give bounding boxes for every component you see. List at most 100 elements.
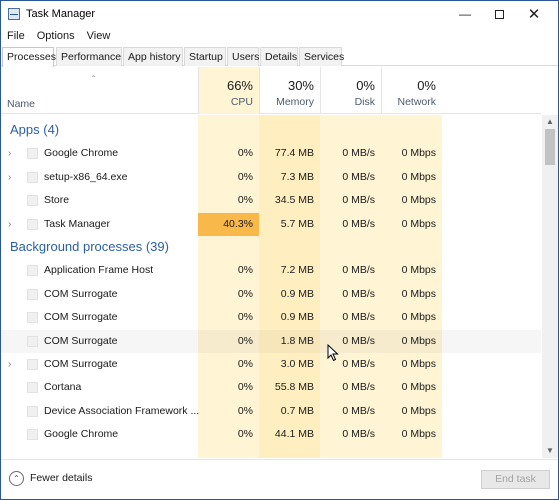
network-total: 0% (417, 78, 436, 93)
chevron-right-icon[interactable]: › (8, 142, 11, 165)
process-network: 0 Mbps (401, 428, 436, 441)
process-memory: 0.9 MB (280, 287, 314, 300)
menu-view[interactable]: View (81, 27, 117, 45)
tab-startup[interactable]: Startup (184, 47, 226, 66)
menu-file[interactable]: File (1, 27, 31, 45)
process-network: 0 Mbps (401, 170, 436, 183)
end-task-button[interactable]: End task (481, 470, 550, 489)
chevron-right-icon[interactable]: › (8, 213, 11, 236)
process-disk: 0 MB/s (342, 147, 375, 160)
group-header[interactable]: Background processes (39) (1, 236, 541, 259)
process-row[interactable]: Application Frame Host 0% 7.2 MB 0 MB/s 0 Mb… (1, 259, 541, 282)
tab-users[interactable]: Users (227, 47, 259, 66)
column-disk[interactable]: 0% Disk (320, 67, 381, 114)
process-name: Google Chrome (44, 428, 119, 441)
process-icon (27, 148, 38, 160)
tab-services[interactable]: Services (299, 47, 344, 66)
tab-details[interactable]: Details (260, 47, 298, 66)
process-name: Device Association Framework ... (44, 404, 200, 417)
process-disk: 0 MB/s (342, 311, 375, 324)
process-network: 0 Mbps (401, 287, 436, 300)
close-button[interactable]: ✕ (517, 1, 551, 27)
menu-options[interactable]: Options (31, 27, 81, 45)
mouse-cursor-icon (327, 344, 339, 362)
memory-total: 30% (287, 78, 314, 93)
column-name[interactable]: Name (7, 98, 35, 110)
process-memory: 55.8 MB (274, 381, 314, 394)
tab-app-history[interactable]: App history (123, 47, 183, 66)
process-memory: 34.5 MB (274, 194, 314, 207)
process-row[interactable]: Store 0% 34.5 MB 0 MB/s 0 Mbps (1, 189, 541, 212)
cpu-label: CPU (230, 96, 253, 108)
chevron-right-icon[interactable]: › (8, 166, 11, 189)
process-network: 0 Mbps (401, 311, 436, 324)
process-cpu: 0% (237, 264, 253, 277)
process-disk: 0 MB/s (342, 264, 375, 277)
window-title: Task Manager (26, 8, 96, 20)
scroll-thumb[interactable] (545, 129, 555, 165)
process-name: setup-x86_64.exe (44, 170, 128, 183)
chevron-right-icon[interactable]: › (8, 353, 11, 376)
process-icon (27, 265, 38, 277)
process-cpu: 40.3% (223, 217, 253, 230)
column-cpu[interactable]: 66% CPU (198, 67, 259, 114)
process-cpu: 0% (237, 194, 253, 207)
process-row[interactable]: COM Surrogate 0% 0.9 MB 0 MB/s 0 Mbps (1, 306, 541, 329)
process-cpu: 0% (237, 147, 253, 160)
process-memory: 7.2 MB (280, 264, 314, 277)
process-name: COM Surrogate (44, 358, 118, 370)
process-row[interactable]: COM Surrogate 0% 0.9 MB 0 MB/s 0 Mbps (1, 283, 541, 306)
process-row[interactable]: › Task Manager 40.3% 5.7 MB 0 MB/s 0 Mbps (1, 212, 541, 236)
process-row[interactable]: COM Surrogate 0% 1.8 MB 0 MB/s 0 Mbps (1, 330, 541, 353)
process-disk: 0 MB/s (342, 170, 375, 183)
column-network[interactable]: 0% Network (381, 67, 442, 114)
chevron-up-icon[interactable]: ⌃ (9, 471, 24, 486)
process-cpu: 0% (237, 358, 253, 370)
process-memory: 0.9 MB (280, 311, 314, 324)
scroll-up-icon[interactable]: ▲ (542, 115, 558, 129)
memory-label: Memory (276, 96, 314, 108)
process-row[interactable]: › setup-x86_64.exe 0% 7.3 MB 0 MB/s 0 Mbps (1, 166, 541, 189)
menu-bar: File Options View (1, 27, 116, 45)
process-row[interactable]: Device Association Framework ... 0% 0.7 MB… (1, 400, 541, 423)
minimize-button[interactable]: — (448, 1, 482, 27)
process-icon (27, 382, 38, 394)
tab-performance[interactable]: Performance (56, 47, 122, 66)
process-disk: 0 MB/s (342, 381, 375, 394)
process-row[interactable]: Google Chrome 0% 44.1 MB 0 MB/s 0 Mbps (1, 423, 541, 446)
process-memory: 0.7 MB (280, 404, 314, 417)
process-disk: 0 MB/s (342, 287, 375, 300)
process-row[interactable]: Cortana 0% 55.8 MB 0 MB/s 0 Mbps (1, 376, 541, 399)
process-name: Cortana (44, 381, 82, 394)
process-icon (27, 195, 38, 207)
process-cpu: 0% (237, 381, 253, 394)
task-manager-icon (8, 8, 20, 20)
sort-up-icon: ˆ (92, 75, 96, 86)
tab-processes[interactable]: Processes (2, 47, 56, 67)
process-disk: 0 MB/s (342, 217, 375, 230)
network-label: Network (397, 96, 436, 108)
process-cpu: 0% (237, 428, 253, 441)
task-manager-window: Task Manager — ✕ File Options View Proce… (0, 0, 559, 500)
process-cpu: 0% (237, 287, 253, 300)
column-memory[interactable]: 30% Memory (259, 67, 320, 114)
group-label: Background processes (39) (10, 239, 169, 254)
column-header: ˆ Name 66% CPU 30% Memory 0% Disk 0% Net… (1, 67, 541, 114)
scroll-down-icon[interactable]: ▼ (542, 444, 558, 458)
process-cpu: 0% (237, 170, 253, 183)
group-header[interactable]: Apps (4) (1, 119, 541, 142)
title-bar[interactable]: Task Manager — ✕ (1, 1, 558, 27)
process-cpu: 0% (237, 404, 253, 417)
process-icon (27, 312, 38, 324)
process-row[interactable]: › Google Chrome 0% 77.4 MB 0 MB/s 0 Mbps (1, 142, 541, 165)
process-name: COM Surrogate (44, 334, 118, 347)
process-icon (27, 171, 38, 183)
vertical-scrollbar[interactable]: ▲ ▼ (542, 115, 558, 458)
process-row[interactable]: › COM Surrogate 0% 3.0 MB 0 MB/s 0 Mbps (1, 353, 541, 376)
process-icon (27, 335, 38, 347)
process-name: COM Surrogate (44, 287, 118, 300)
maximize-button[interactable] (482, 1, 516, 27)
group-label: Apps (4) (10, 122, 60, 137)
fewer-details-link[interactable]: Fewer details (30, 472, 92, 484)
process-network: 0 Mbps (401, 264, 436, 277)
